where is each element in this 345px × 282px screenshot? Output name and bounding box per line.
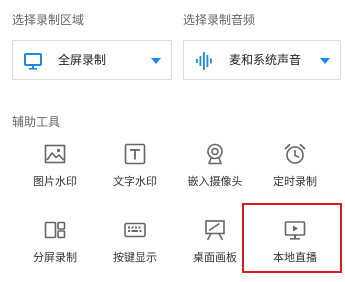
tool-label: 文字水印 <box>113 175 157 188</box>
record-audio-label: 选择录制音频 <box>183 13 256 27</box>
record-audio-select[interactable]: 麦和系统声音 <box>183 40 341 80</box>
tool-label: 按键显示 <box>113 251 157 264</box>
tool-key-display[interactable]: 按键显示 <box>95 219 175 275</box>
tool-scheduled-record[interactable]: 定时录制 <box>255 143 335 199</box>
tool-embed-webcam[interactable]: 嵌入摄像头 <box>175 143 255 199</box>
tool-image-watermark[interactable]: 图片水印 <box>15 143 95 199</box>
chevron-down-icon <box>151 58 161 64</box>
record-area-label: 选择录制区域 <box>12 13 85 27</box>
tool-label: 图片水印 <box>33 175 77 188</box>
record-audio-value: 麦和系统声音 <box>229 53 302 67</box>
highlight-box <box>242 203 342 273</box>
tool-split-screen-record[interactable]: 分屏录制 <box>15 219 95 275</box>
tool-label: 定时录制 <box>273 175 317 188</box>
alarm-clock-icon <box>284 143 306 164</box>
record-area-value: 全屏录制 <box>58 53 107 67</box>
tools-label: 辅助工具 <box>12 115 61 129</box>
keyboard-icon <box>124 222 146 238</box>
record-area-select[interactable]: 全屏录制 <box>12 40 172 80</box>
easel-icon <box>205 220 225 241</box>
chevron-down-icon <box>320 58 330 64</box>
text-icon <box>124 143 146 165</box>
tool-label: 嵌入摄像头 <box>187 175 243 188</box>
tool-label: 分屏录制 <box>33 251 77 264</box>
monitor-icon <box>24 53 42 70</box>
split-screen-icon <box>44 221 66 239</box>
image-icon <box>44 144 66 164</box>
tool-text-watermark[interactable]: 文字水印 <box>95 143 175 199</box>
webcam-icon <box>207 143 223 165</box>
sound-wave-icon <box>196 52 212 70</box>
